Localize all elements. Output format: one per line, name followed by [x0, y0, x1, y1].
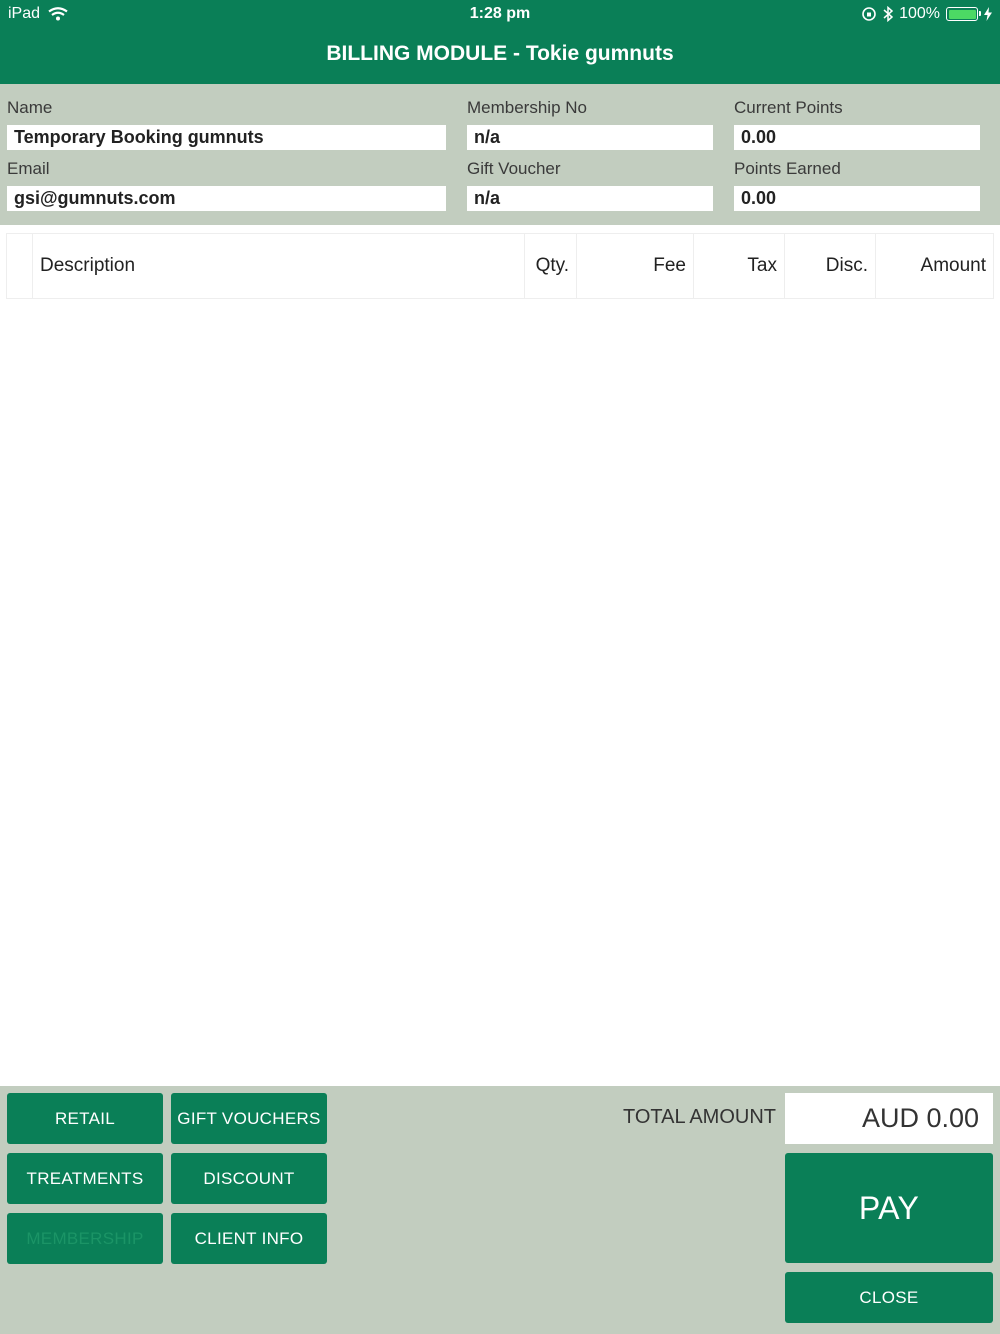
total-amount-label: TOTAL AMOUNT — [623, 1106, 776, 1128]
pay-button[interactable]: PAY — [785, 1153, 993, 1263]
retail-button[interactable]: RETAIL — [7, 1093, 163, 1144]
app-header: iPad 1:28 pm 100% BILLING MODULE - Tokie… — [0, 0, 1000, 84]
column-description: Description — [33, 234, 525, 298]
row-select-column — [7, 234, 33, 298]
charging-icon — [984, 7, 992, 21]
discount-button[interactable]: DISCOUNT — [171, 1153, 327, 1204]
membership-label: Membership No — [467, 98, 587, 117]
gift-voucher-field[interactable]: n/a — [467, 186, 713, 211]
bluetooth-icon — [883, 6, 894, 22]
membership-button: MEMBERSHIP — [7, 1213, 163, 1264]
column-fee: Fee — [577, 234, 694, 298]
current-points-label: Current Points — [734, 98, 843, 117]
status-bar: iPad 1:28 pm 100% — [0, 0, 1000, 28]
column-disc: Disc. — [785, 234, 876, 298]
current-points-field[interactable]: 0.00 — [734, 125, 980, 150]
name-label: Name — [7, 98, 53, 117]
billing-table-header: Description Qty. Fee Tax Disc. Amount — [6, 233, 994, 299]
status-time: 1:28 pm — [469, 5, 531, 22]
name-field[interactable]: Temporary Booking gumnuts — [7, 125, 446, 150]
email-label: Email — [7, 159, 50, 178]
column-tax: Tax — [694, 234, 785, 298]
client-info-panel: Name Temporary Booking gumnuts Membershi… — [0, 84, 1000, 225]
membership-field[interactable]: n/a — [467, 125, 713, 150]
treatments-button[interactable]: TREATMENTS — [7, 1153, 163, 1204]
column-qty: Qty. — [525, 234, 577, 298]
gift-vouchers-button[interactable]: GIFT VOUCHERS — [171, 1093, 327, 1144]
battery-percent: 100% — [899, 5, 940, 22]
close-button[interactable]: CLOSE — [785, 1272, 993, 1323]
page-title: BILLING MODULE - Tokie gumnuts — [326, 42, 674, 65]
total-amount-value: AUD 0.00 — [785, 1093, 993, 1144]
points-earned-label: Points Earned — [734, 159, 841, 178]
battery-icon — [946, 7, 981, 21]
column-amount: Amount — [920, 255, 986, 276]
orientation-lock-icon — [862, 7, 876, 21]
gift-voucher-label: Gift Voucher — [467, 159, 561, 178]
client-info-button[interactable]: CLIENT INFO — [171, 1213, 327, 1264]
points-earned-field[interactable]: 0.00 — [734, 186, 980, 211]
email-field[interactable]: gsi@gumnuts.com — [7, 186, 446, 211]
